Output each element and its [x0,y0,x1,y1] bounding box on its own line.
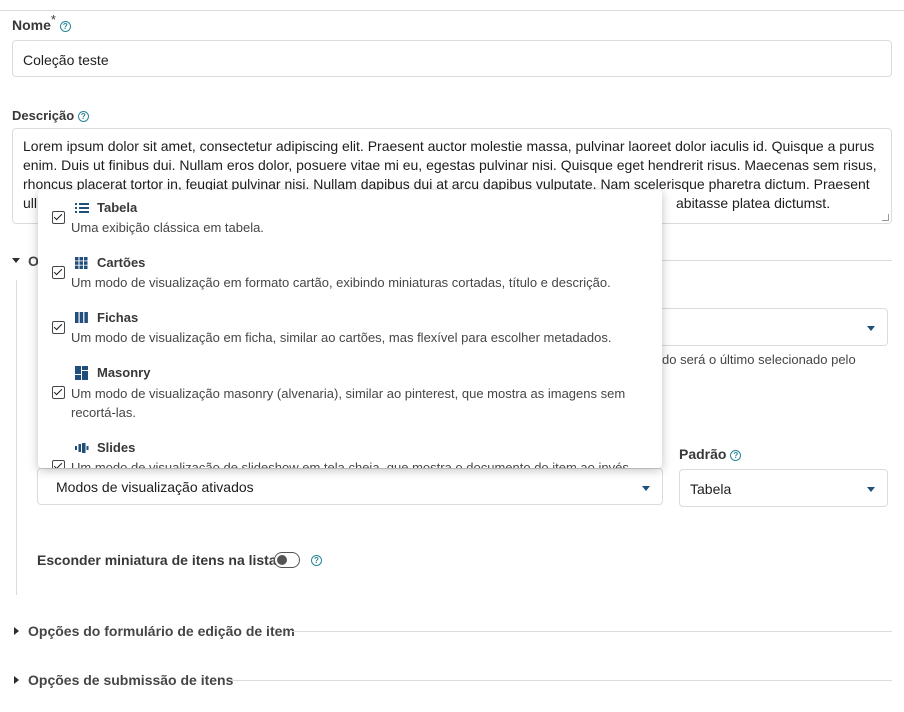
section-edit-form-options[interactable]: Opções do formulário de edição de item [28,623,295,639]
top-divider [0,10,904,11]
option-desc-masonry-1: Um modo de visualização masonry (alvenar… [71,386,626,401]
chevron-down-icon [642,486,650,491]
checkbox-fichas[interactable] [52,321,65,334]
view-modes-dropdown: Tabela Uma exibição clássica em tabela. … [38,190,662,468]
option-title-masonry[interactable]: Masonry [97,365,150,380]
description-line-4-start: ull [23,195,38,211]
chevron-down-icon [867,326,875,331]
hidden-select[interactable] [655,308,888,346]
masonry-icon [75,366,88,380]
view-modes-select-label: Modos de visualização ativados [56,479,254,495]
description-line-1: Lorem ipsum dolor sit amet, consectetur … [23,138,875,154]
option-desc-tabela: Uma exibição clássica em tabela. [71,220,264,235]
checkbox-slides[interactable] [52,460,65,468]
resize-handle[interactable] [882,214,889,221]
section-expand-icon[interactable] [14,676,19,684]
option-desc-cartoes: Um modo de visualização em formato cartã… [71,275,611,290]
help-icon[interactable]: ? [59,20,71,32]
slides-icon [75,443,89,453]
view-modes-select[interactable]: Modos de visualização ativados [37,468,663,505]
description-line-2: enim. Duis ut finibus dui. Nullam eros d… [23,157,877,173]
option-desc-masonry-2: recortá-las. [71,405,137,420]
section-left-border [16,280,17,595]
section-expand-icon[interactable] [12,258,20,263]
option-desc-slides: Um modo de visualização de slideshow em … [71,460,629,468]
chevron-down-icon [867,487,875,492]
hidden-hint-text: do será o último selecionado pelo [662,352,856,367]
name-input[interactable]: Coleção teste [12,40,892,77]
section-divider [662,260,892,261]
option-desc-fichas: Um modo de visualização em ficha, simila… [71,330,612,345]
name-input-value: Coleção teste [23,52,109,68]
grid-icon [75,257,88,269]
default-view-label: Padrão ? [679,446,742,462]
hide-thumbnail-label: Esconder miniatura de itens na lista [37,552,277,568]
help-icon[interactable]: ? [730,449,742,461]
checkbox-tabela[interactable] [52,211,65,224]
hide-thumbnail-toggle[interactable] [274,552,300,568]
option-title-fichas[interactable]: Fichas [97,310,138,325]
required-mark: * [50,12,56,27]
list-icon [75,203,89,213]
section-divider [232,680,892,681]
checkbox-masonry[interactable] [52,386,65,399]
help-icon[interactable]: ? [77,111,89,123]
description-line-4-end: abitasse platea dictumst. [676,195,831,211]
checkbox-cartoes[interactable] [52,266,65,279]
option-title-tabela[interactable]: Tabela [97,200,137,215]
section-divider [292,631,892,632]
name-label: Nome* ? [12,12,71,33]
section-submission-options[interactable]: Opções de submissão de itens [28,672,233,688]
default-view-value: Tabela [690,481,732,497]
option-title-slides[interactable]: Slides [97,440,135,455]
option-title-cartoes[interactable]: Cartões [97,255,145,270]
columns-icon [75,312,88,323]
default-view-select[interactable]: Tabela [679,469,888,507]
help-icon[interactable]: ? [311,555,322,566]
toggle-knob [277,554,287,565]
section-expand-icon[interactable] [14,627,19,635]
description-label: Descrição ? [12,108,89,123]
